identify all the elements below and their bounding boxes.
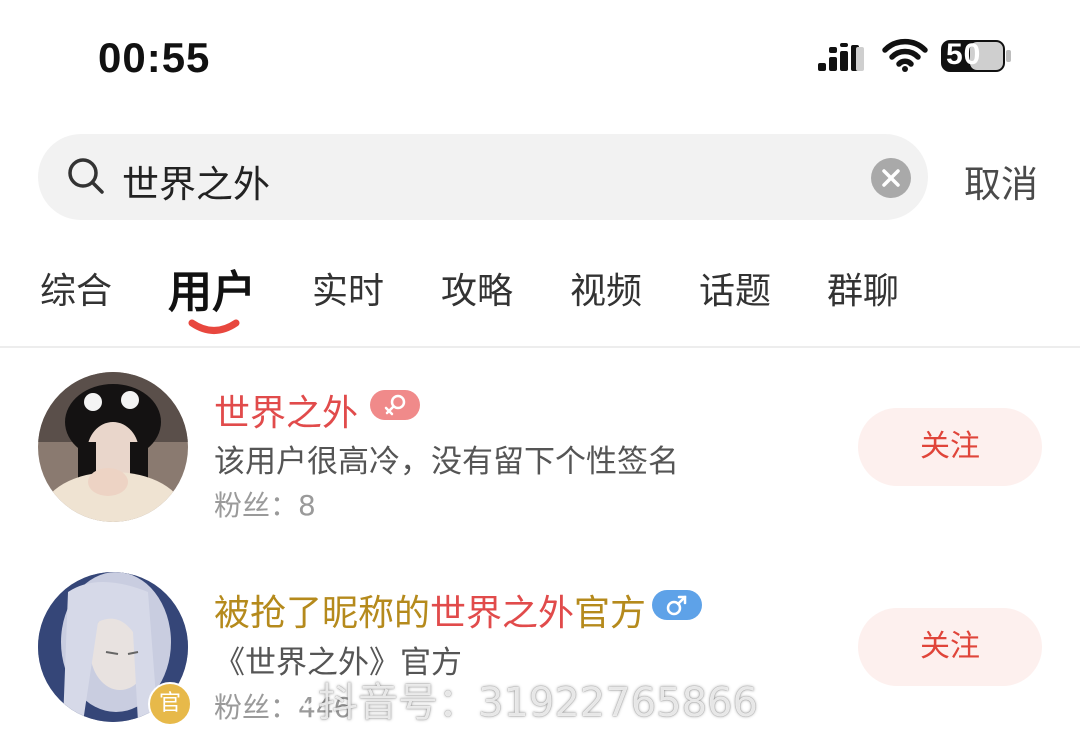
user-bio: 该用户很高冷，没有留下个性签名 [214,444,679,480]
avatar[interactable] [38,372,188,522]
fans-count: 粉丝：8 [214,484,316,524]
fans-label: 粉丝： [214,691,299,724]
fans-label: 粉丝： [214,489,299,522]
user-name[interactable]: 世界之外 [214,384,358,436]
tab-realtime[interactable]: 实时 [312,262,384,314]
cellular-signal-icon [818,43,866,75]
tab-group-chats[interactable]: 群聊 [827,262,899,314]
user-name-prefix: 被抢了昵称的 [214,593,431,634]
tab-guides[interactable]: 攻略 [441,262,513,314]
search-icon [66,156,106,196]
status-time: 00:55 [98,34,211,81]
tab-videos[interactable]: 视频 [570,262,642,314]
tab-topics[interactable]: 话题 [699,262,771,314]
user-name-highlight: 世界之外 [214,393,359,434]
fans-value: 8 [298,489,316,522]
tab-divider [0,346,1080,348]
clear-search-button[interactable] [871,158,911,198]
official-badge: 官 [148,682,192,726]
wifi-icon [882,38,928,74]
user-name[interactable]: 被抢了昵称的世界之外官方 [214,584,646,636]
follow-button[interactable]: 关注 [858,408,1042,486]
close-icon [882,169,900,187]
male-icon [652,590,702,620]
female-icon [370,390,420,420]
user-name-suffix: 官方 [574,593,647,634]
tab-users[interactable]: 用户 [168,256,256,320]
battery-level: 50 [946,38,982,71]
search-input[interactable]: 世界之外 [122,154,270,208]
user-name-highlight: 世界之外 [430,593,575,634]
battery-icon: 50 [940,38,1012,74]
follow-button[interactable]: 关注 [858,608,1042,686]
watermark: 抖音号：31922765866 [318,680,758,726]
cancel-button[interactable]: 取消 [964,154,1038,208]
tab-comprehensive[interactable]: 综合 [40,262,112,314]
active-tab-indicator [188,318,240,340]
